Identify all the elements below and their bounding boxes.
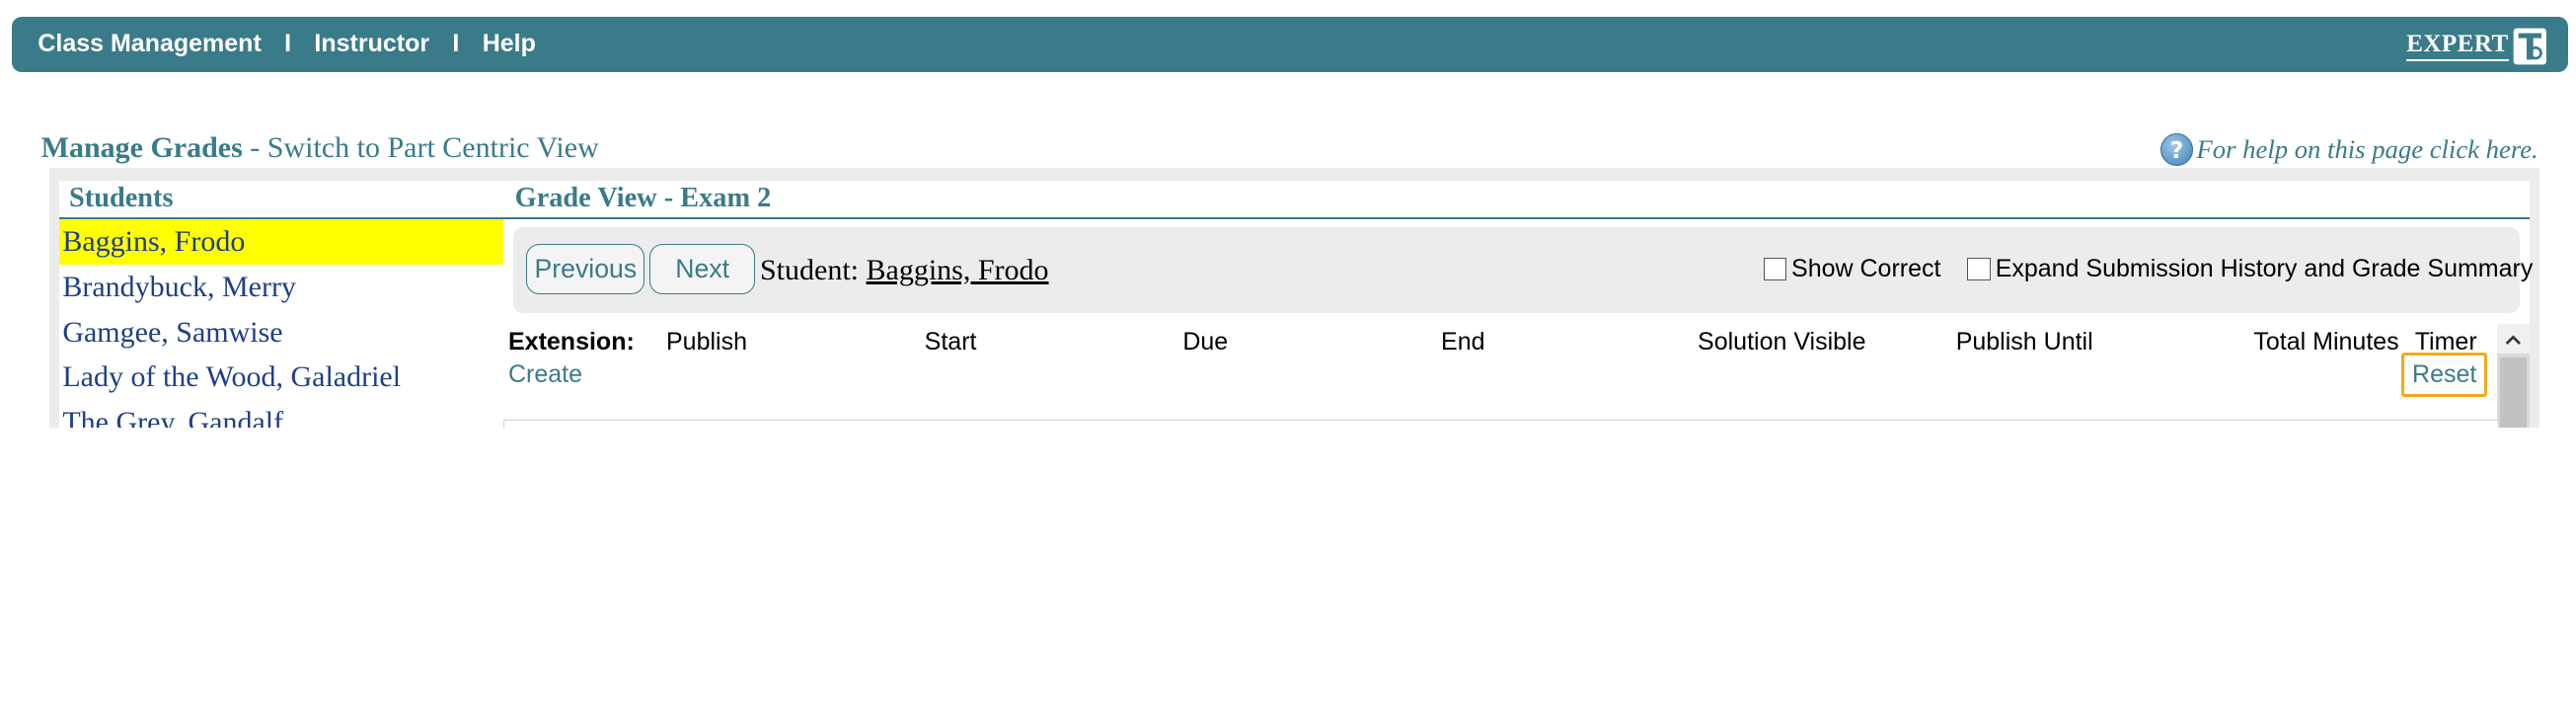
students-header: Students	[59, 181, 503, 219]
show-correct-box[interactable]	[1763, 258, 1787, 281]
col-solution-visible: Solution Visible	[1698, 327, 1866, 356]
expand-history-checkbox[interactable]: Expand Submission History and Grade Summ…	[1967, 255, 2533, 283]
col-due: Due	[1182, 327, 1229, 356]
logo-wordmark: EXPERT	[2406, 31, 2509, 62]
help-text: For help on this page click here.	[2196, 134, 2538, 165]
show-correct-label: Show Correct	[1791, 255, 1941, 283]
nav-class-management[interactable]: Class Management	[38, 30, 261, 58]
expert-ta-logo[interactable]: EXPERT	[2406, 25, 2548, 67]
page-title: Manage Grades	[40, 131, 243, 165]
submission-content-box	[503, 420, 2500, 429]
main-nav: Class Management I Instructor I Help	[38, 17, 536, 73]
show-correct-checkbox[interactable]: Show Correct	[1763, 255, 1941, 283]
nav-separator: I	[284, 30, 292, 58]
grade-view-header: Grade View - Exam 2	[503, 181, 2531, 219]
question-circle-icon: ?	[2159, 133, 2194, 167]
current-student: Student: Baggins, Frodo	[760, 254, 1049, 287]
student-item[interactable]: The Grey, Gandalf	[59, 400, 503, 428]
student-item[interactable]: Gamgee, Samwise	[59, 310, 503, 356]
col-total-minutes: Total Minutes	[2253, 327, 2399, 356]
reset-timer-button[interactable]: Reset	[2401, 352, 2488, 397]
col-end: End	[1441, 327, 1485, 356]
expand-history-box[interactable]	[1967, 258, 1991, 281]
student-item[interactable]: Baggins, Frodo	[59, 218, 503, 265]
students-list: Students Baggins, Frodo Brandybuck, Merr…	[59, 181, 503, 429]
expand-history-label: Expand Submission History and Grade Summ…	[1995, 255, 2534, 283]
create-extension-link[interactable]: Create	[508, 360, 582, 389]
grade-toolbar: Previous Next Student: Baggins, Frodo Sh…	[513, 227, 2533, 313]
student-name-link[interactable]: Baggins, Frodo	[867, 254, 1049, 286]
title-dash: -	[242, 131, 267, 165]
student-item[interactable]: Lady of the Wood, Galadriel	[59, 355, 503, 400]
top-nav-bar: Class Management I Instructor I Help EXP…	[11, 16, 2568, 73]
help-link[interactable]: ? For help on this page click here.	[2159, 133, 2538, 167]
previous-button[interactable]: Previous	[526, 243, 645, 295]
col-publish-until: Publish Until	[1955, 327, 2093, 356]
student-label: Student:	[760, 253, 860, 286]
scroll-up-icon[interactable]	[2497, 324, 2531, 355]
vertical-scrollbar[interactable]	[2497, 324, 2531, 429]
student-item[interactable]: Brandybuck, Merry	[59, 265, 503, 310]
nav-separator: I	[452, 30, 460, 58]
manage-grades-page: Class Management I Instructor I Help EXP…	[0, 0, 2576, 429]
extension-label: Extension:	[508, 327, 635, 356]
nav-instructor[interactable]: Instructor	[314, 30, 429, 58]
col-start: Start	[924, 327, 977, 356]
nav-help[interactable]: Help	[483, 30, 536, 58]
switch-part-centric-link[interactable]: Switch to Part Centric View	[267, 131, 599, 164]
ta-logo-icon	[2513, 28, 2547, 64]
page-heading: Manage Grades - Switch to Part Centric V…	[41, 131, 599, 165]
next-button[interactable]: Next	[649, 243, 755, 295]
col-publish: Publish	[666, 327, 747, 356]
scroll-thumb[interactable]	[2500, 357, 2528, 429]
